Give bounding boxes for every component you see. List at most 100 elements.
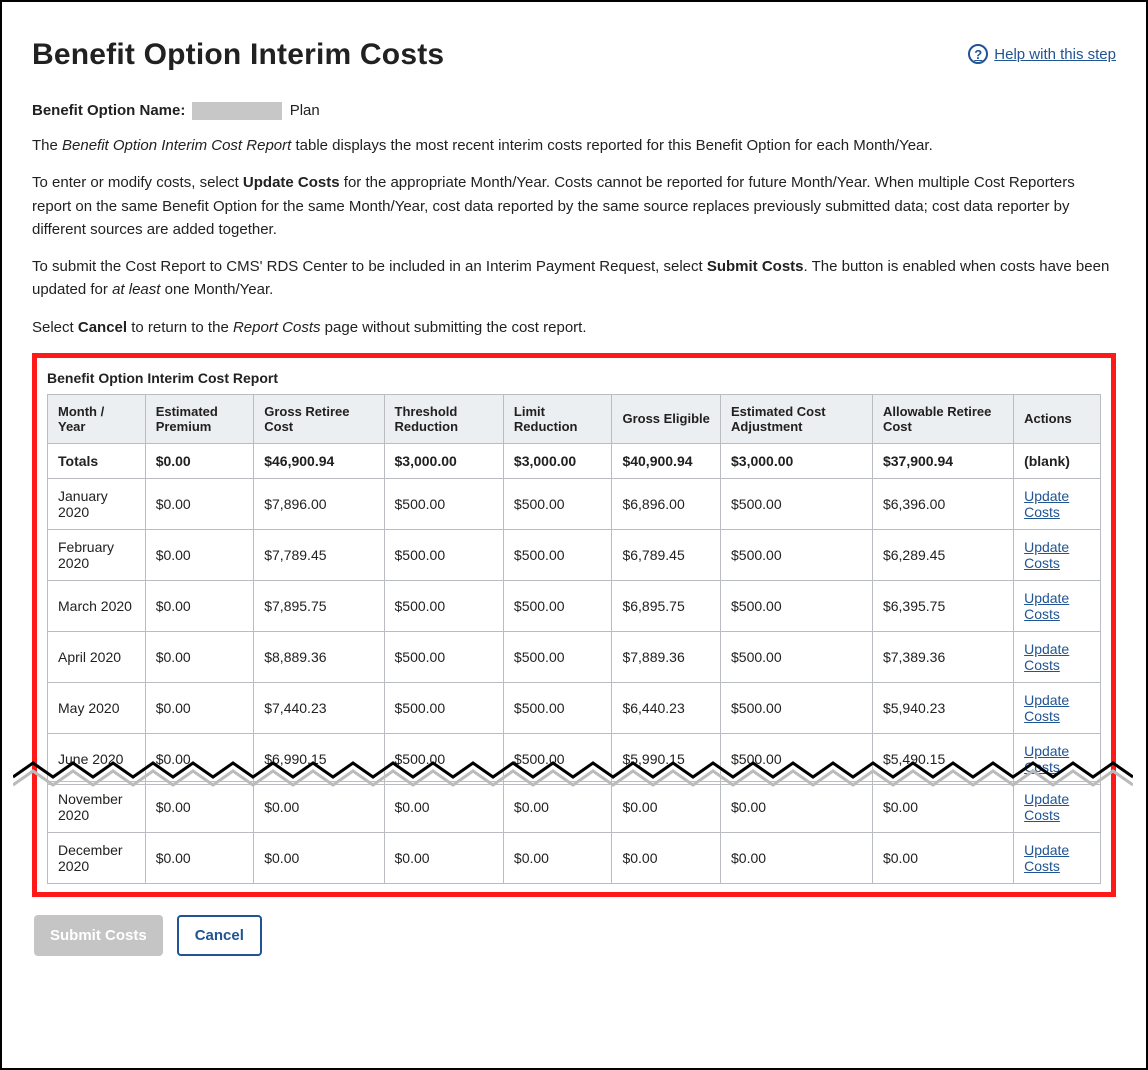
cell-month: March 2020	[48, 580, 146, 631]
help-link[interactable]: ? Help with this step	[968, 44, 1116, 64]
update-costs-link[interactable]: Update Costs	[1024, 488, 1069, 520]
cell-adjustment: $500.00	[721, 478, 873, 529]
cell-gross: $7,895.75	[254, 580, 384, 631]
col-month: Month / Year	[48, 394, 146, 443]
table-row: January 2020$0.00$7,896.00$500.00$500.00…	[48, 478, 1101, 529]
cell-eligible: $6,789.45	[612, 529, 721, 580]
cell-adjustment: $500.00	[721, 631, 873, 682]
totals-adjustment: $3,000.00	[721, 443, 873, 478]
col-limit: Limit Reduction	[503, 394, 612, 443]
benefit-option-suffix: Plan	[290, 102, 320, 119]
update-costs-link[interactable]: Update Costs	[1024, 692, 1069, 724]
cell-limit: $0.00	[503, 781, 612, 832]
totals-gross: $46,900.94	[254, 443, 384, 478]
col-threshold: Threshold Reduction	[384, 394, 503, 443]
update-costs-link[interactable]: Update Costs	[1024, 539, 1069, 571]
cell-limit: $500.00	[503, 631, 612, 682]
cell-allowable: $5,940.23	[872, 682, 1013, 733]
cell-actions: Update Costs	[1014, 631, 1101, 682]
table-row: February 2020$0.00$7,789.45$500.00$500.0…	[48, 529, 1101, 580]
cell-gross: $7,896.00	[254, 478, 384, 529]
cell-premium: $0.00	[145, 832, 254, 883]
cost-report-table-bottom: November 2020$0.00$0.00$0.00$0.00$0.00$0…	[47, 781, 1101, 884]
cell-gross: $7,789.45	[254, 529, 384, 580]
col-adjustment: Estimated Cost Adjustment	[721, 394, 873, 443]
cell-adjustment: $500.00	[721, 529, 873, 580]
table-row: November 2020$0.00$0.00$0.00$0.00$0.00$0…	[48, 781, 1101, 832]
cell-threshold: $500.00	[384, 580, 503, 631]
cell-threshold: $500.00	[384, 529, 503, 580]
cell-month: November 2020	[48, 781, 146, 832]
cell-gross: $0.00	[254, 781, 384, 832]
intro-paragraph-4: Select Cancel to return to the Report Co…	[32, 316, 1116, 339]
table-row: June 2020$0.00$6,990.15$500.00$500.00$5,…	[48, 733, 1101, 784]
totals-limit: $3,000.00	[503, 443, 612, 478]
cell-threshold: $500.00	[384, 478, 503, 529]
col-premium: Estimated Premium	[145, 394, 254, 443]
cell-threshold: $500.00	[384, 682, 503, 733]
table-row: April 2020$0.00$8,889.36$500.00$500.00$7…	[48, 631, 1101, 682]
cell-adjustment: $500.00	[721, 733, 873, 784]
cell-actions: Update Costs	[1014, 529, 1101, 580]
update-costs-link[interactable]: Update Costs	[1024, 842, 1069, 874]
table-totals-row: Totals $0.00 $46,900.94 $3,000.00 $3,000…	[48, 443, 1101, 478]
report-title: Benefit Option Interim Cost Report	[47, 370, 1101, 386]
cell-eligible: $6,895.75	[612, 580, 721, 631]
totals-label: Totals	[48, 443, 146, 478]
update-costs-link[interactable]: Update Costs	[1024, 641, 1069, 673]
cell-actions: Update Costs	[1014, 478, 1101, 529]
update-costs-link[interactable]: Update Costs	[1024, 791, 1069, 823]
totals-premium: $0.00	[145, 443, 254, 478]
cell-month: June 2020	[48, 733, 146, 784]
cell-allowable: $0.00	[872, 832, 1013, 883]
cell-eligible: $6,896.00	[612, 478, 721, 529]
cell-allowable: $6,289.45	[872, 529, 1013, 580]
cell-month: April 2020	[48, 631, 146, 682]
cell-allowable: $0.00	[872, 781, 1013, 832]
table-row: May 2020$0.00$7,440.23$500.00$500.00$6,4…	[48, 682, 1101, 733]
col-actions: Actions	[1014, 394, 1101, 443]
cell-gross: $0.00	[254, 832, 384, 883]
table-row: December 2020$0.00$0.00$0.00$0.00$0.00$0…	[48, 832, 1101, 883]
cell-adjustment: $0.00	[721, 781, 873, 832]
cancel-button[interactable]: Cancel	[177, 915, 262, 956]
totals-allowable: $37,900.94	[872, 443, 1013, 478]
cell-premium: $0.00	[145, 580, 254, 631]
report-highlight-frame: Benefit Option Interim Cost Report Month…	[32, 353, 1116, 897]
cell-month: December 2020	[48, 832, 146, 883]
cell-month: February 2020	[48, 529, 146, 580]
cell-actions: Update Costs	[1014, 781, 1101, 832]
cell-limit: $500.00	[503, 733, 612, 784]
cell-gross: $8,889.36	[254, 631, 384, 682]
benefit-option-label: Benefit Option Name:	[32, 102, 185, 119]
cell-gross: $6,990.15	[254, 733, 384, 784]
totals-threshold: $3,000.00	[384, 443, 503, 478]
cell-threshold: $0.00	[384, 832, 503, 883]
submit-costs-button[interactable]: Submit Costs	[34, 915, 163, 956]
cell-actions: Update Costs	[1014, 832, 1101, 883]
cell-adjustment: $500.00	[721, 682, 873, 733]
cell-limit: $500.00	[503, 478, 612, 529]
totals-actions: (blank)	[1014, 443, 1101, 478]
update-costs-link[interactable]: Update Costs	[1024, 743, 1069, 775]
cell-eligible: $6,440.23	[612, 682, 721, 733]
page-title: Benefit Option Interim Costs	[32, 38, 444, 72]
cell-eligible: $7,889.36	[612, 631, 721, 682]
cell-threshold: $0.00	[384, 781, 503, 832]
update-costs-link[interactable]: Update Costs	[1024, 590, 1069, 622]
cell-premium: $0.00	[145, 478, 254, 529]
help-icon: ?	[968, 44, 988, 64]
intro-paragraph-2: To enter or modify costs, select Update …	[32, 171, 1116, 241]
cost-report-table: Month / Year Estimated Premium Gross Ret…	[47, 394, 1101, 785]
cell-eligible: $0.00	[612, 781, 721, 832]
cell-allowable: $6,396.00	[872, 478, 1013, 529]
cell-threshold: $500.00	[384, 631, 503, 682]
col-allowable: Allowable Retiree Cost	[872, 394, 1013, 443]
cell-eligible: $0.00	[612, 832, 721, 883]
table-header-row: Month / Year Estimated Premium Gross Ret…	[48, 394, 1101, 443]
page-frame: Benefit Option Interim Costs ? Help with…	[0, 0, 1148, 1070]
cell-premium: $0.00	[145, 781, 254, 832]
cell-adjustment: $500.00	[721, 580, 873, 631]
cell-limit: $500.00	[503, 580, 612, 631]
cell-premium: $0.00	[145, 733, 254, 784]
